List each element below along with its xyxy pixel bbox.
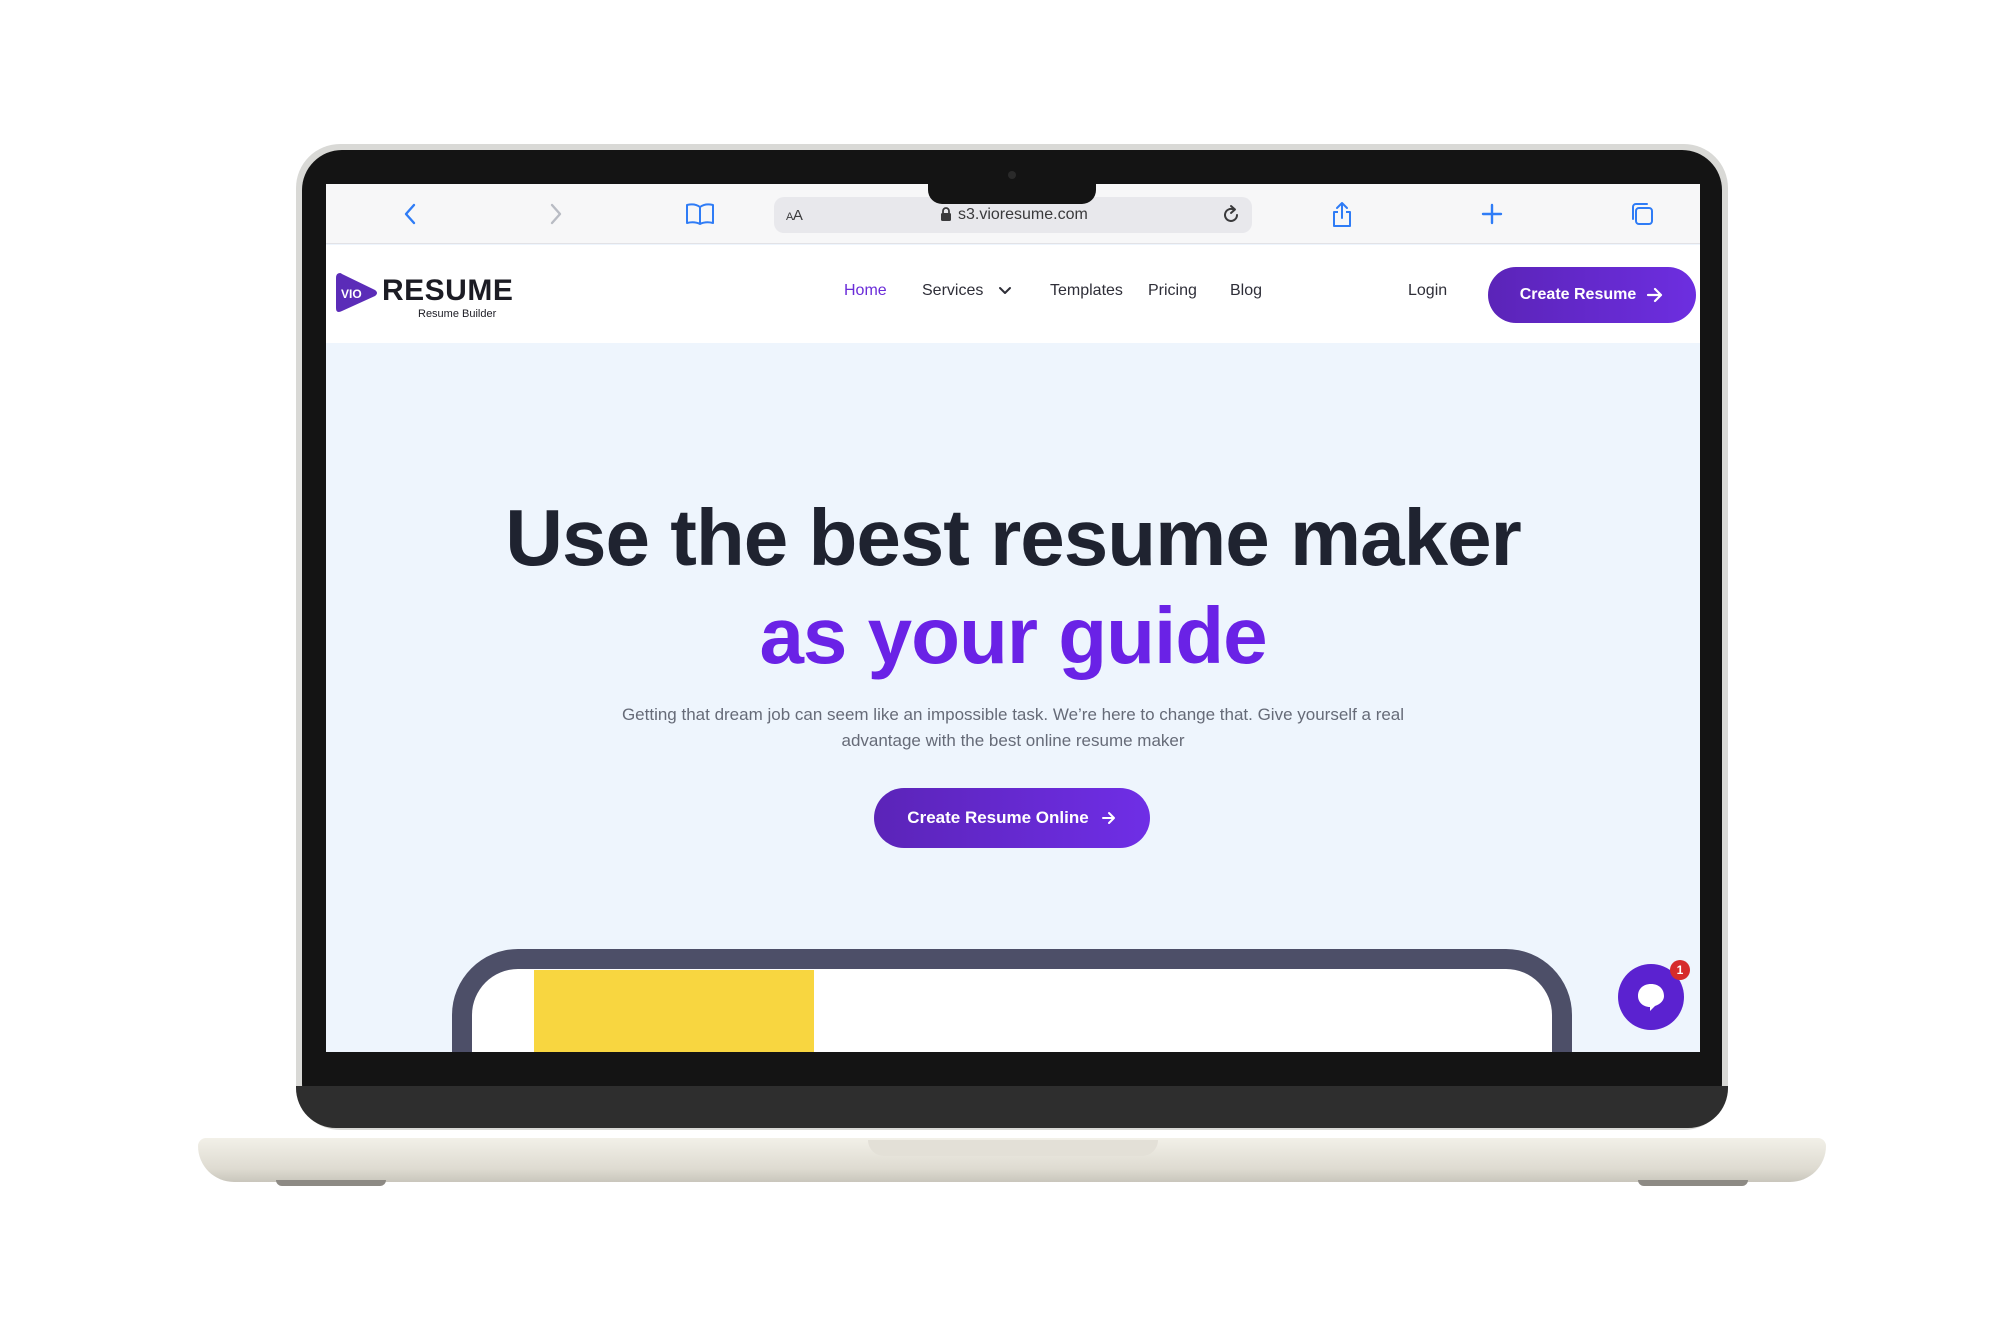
site-navbar: VIO RESUME Resume Builder Home Services …: [326, 245, 1700, 343]
hero-subtitle-line1: Getting that dream job can seem like an …: [621, 705, 1405, 724]
bookmarks-button[interactable]: [684, 198, 716, 230]
chevron-down-icon[interactable]: [998, 286, 1012, 296]
lock-icon: [941, 207, 951, 221]
tabs-button[interactable]: [1626, 198, 1658, 230]
laptop-base-lip: [868, 1140, 1158, 1156]
arrow-right-icon: [1101, 812, 1115, 824]
back-button[interactable]: [394, 198, 426, 230]
browser-screen: AA s3.vioresume.com VIO RESUME Resume Bu…: [326, 184, 1700, 1052]
new-tab-button[interactable]: [1476, 198, 1508, 230]
hero-subtitle: Getting that dream job can seem like an …: [596, 702, 1430, 754]
chat-notification-badge: 1: [1670, 960, 1690, 980]
tabs-icon: [1632, 203, 1653, 225]
nav-blog[interactable]: Blog: [1230, 282, 1262, 300]
share-icon: [1333, 202, 1351, 227]
hero-title-line2: as your guide: [759, 591, 1267, 680]
share-button[interactable]: [1326, 198, 1358, 230]
url-text: s3.vioresume.com: [958, 206, 1088, 223]
camera-notch: [928, 180, 1096, 204]
reader-label-a2: A: [792, 207, 803, 224]
chevron-right-icon: [550, 203, 562, 225]
create-resume-button[interactable]: Create Resume: [1488, 267, 1696, 323]
create-resume-label: Create Resume: [1519, 286, 1637, 303]
device-preview-image: [534, 970, 814, 1052]
laptop-foot-right: [1638, 1180, 1748, 1186]
create-resume-online-label: Create Resume Online: [907, 808, 1089, 827]
camera-icon: [1008, 171, 1016, 179]
logo-name: RESUME: [382, 274, 514, 307]
logo-tagline: Resume Builder: [418, 308, 497, 320]
reader-label-a1: A: [786, 211, 793, 223]
laptop-chin: [296, 1086, 1728, 1128]
login-link[interactable]: Login: [1408, 282, 1447, 300]
book-icon: [686, 203, 714, 225]
hero-subtitle-line2: advantage with the best online resume ma…: [841, 731, 1185, 750]
reader-button[interactable]: AA: [786, 207, 803, 224]
plus-icon: [1481, 203, 1503, 225]
logo-badge-text: VIO: [341, 287, 362, 301]
nav-home[interactable]: Home: [844, 282, 887, 300]
reload-icon[interactable]: [1220, 204, 1242, 226]
nav-services[interactable]: Services: [922, 282, 983, 300]
site-logo[interactable]: VIO RESUME Resume Builder: [334, 270, 514, 320]
forward-button[interactable]: [540, 198, 572, 230]
chevron-left-icon: [404, 203, 416, 225]
arrow-right-icon: [1647, 287, 1663, 303]
create-resume-online-button[interactable]: Create Resume Online: [874, 788, 1150, 848]
play-logo-icon: VIO: [336, 273, 377, 312]
hero-title-line1: Use the best resume maker: [505, 493, 1522, 582]
chat-bubble-icon: [1638, 984, 1664, 1011]
nav-templates[interactable]: Templates: [1050, 282, 1123, 300]
laptop-foot-left: [276, 1180, 386, 1186]
nav-pricing[interactable]: Pricing: [1148, 282, 1197, 300]
